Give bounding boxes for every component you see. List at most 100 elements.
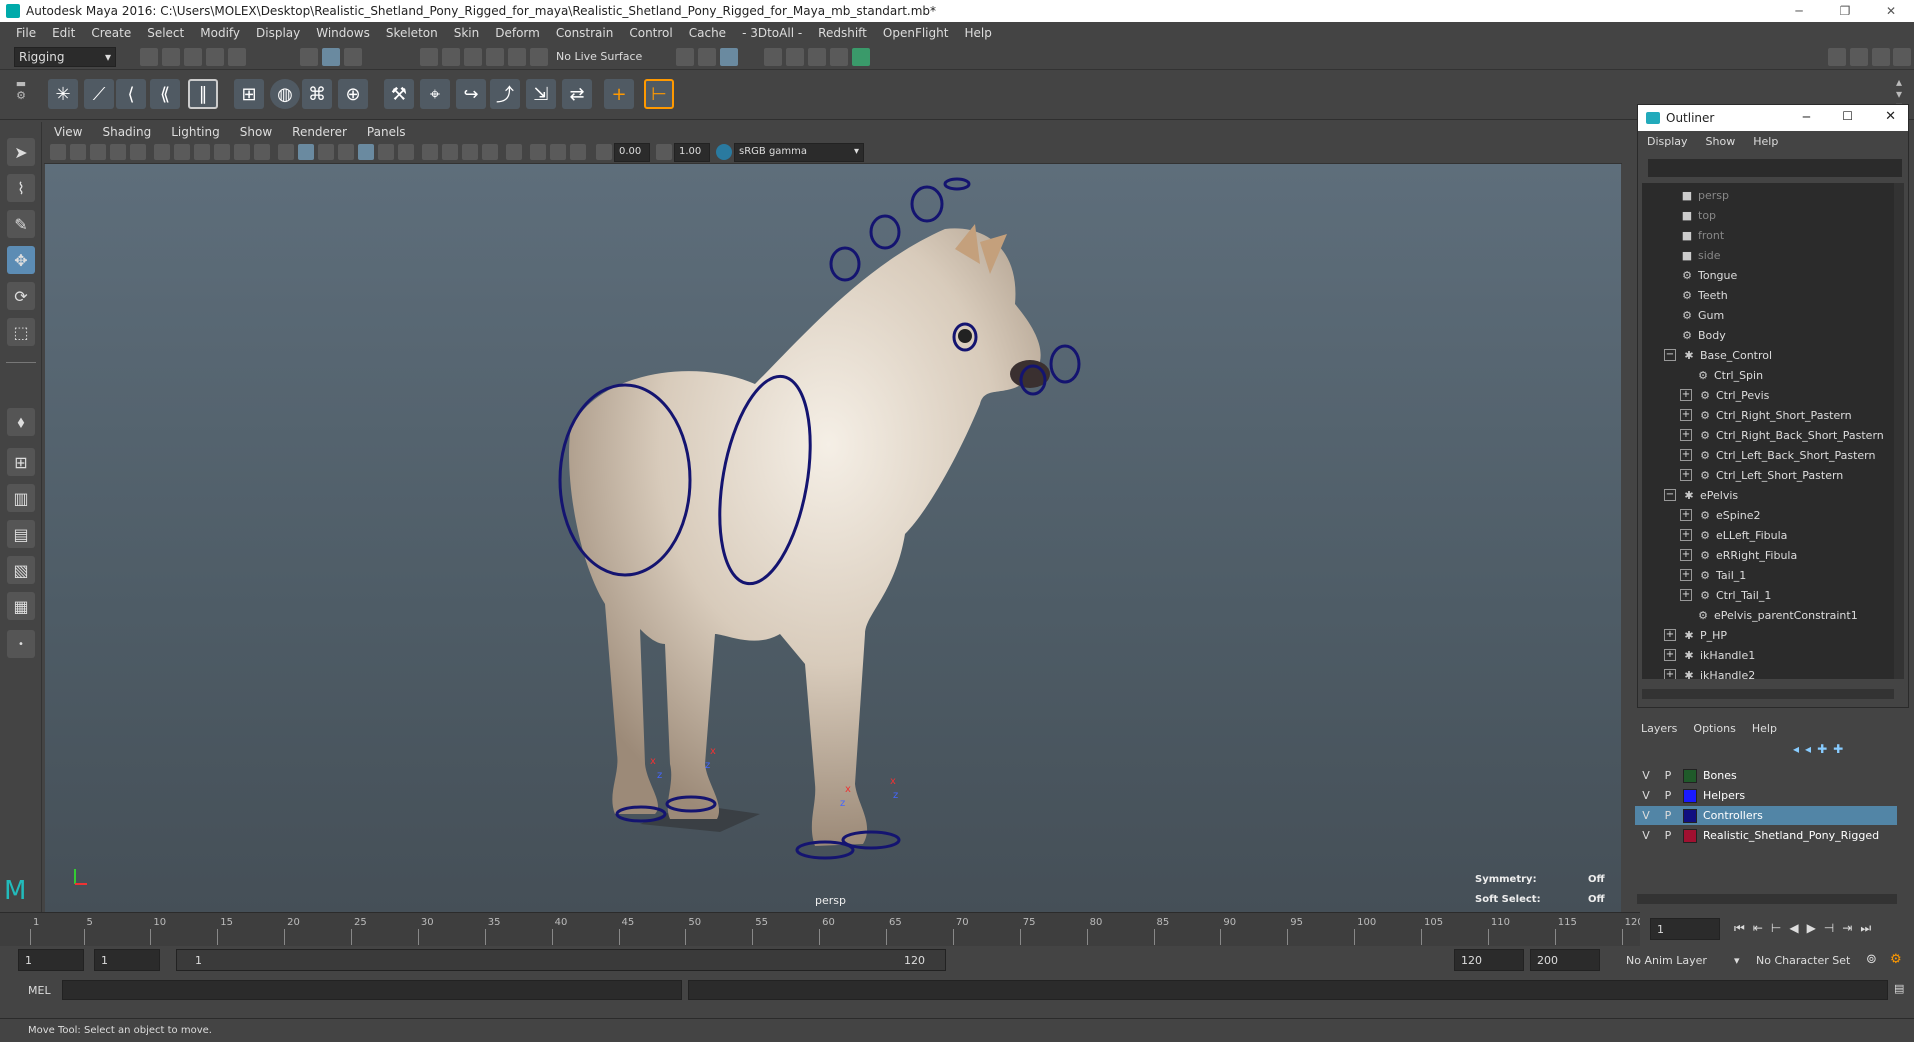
character-set-dropdown[interactable]: No Character Set [1756, 954, 1850, 967]
persp-outliner-icon[interactable]: ▥ [7, 484, 35, 512]
controller-neck-2[interactable] [869, 214, 901, 250]
new-scene-icon[interactable] [140, 48, 158, 66]
move-layer-down-icon[interactable]: ◂ [1805, 742, 1811, 756]
expand-icon[interactable]: + [1680, 529, 1692, 541]
collapse-icon[interactable]: − [1664, 349, 1676, 361]
outliner-hscrollbar[interactable] [1642, 689, 1894, 699]
layer-color-swatch[interactable] [1683, 768, 1697, 783]
new-layer-icon[interactable]: ✚ [1817, 742, 1827, 756]
image-plane-icon[interactable] [110, 144, 126, 160]
safe-action-icon[interactable] [254, 144, 270, 160]
close-icon[interactable]: ✕ [1885, 109, 1896, 124]
exposure-icon[interactable] [596, 144, 612, 160]
wireframe-icon[interactable] [278, 144, 294, 160]
magnet-icon[interactable] [530, 48, 548, 66]
select-hierarchy-icon[interactable] [300, 48, 318, 66]
outliner-item[interactable]: + ⚙ eRRight_Fibula [1680, 545, 1797, 565]
snap-surface-icon[interactable] [508, 48, 526, 66]
layer-visibility-toggle[interactable]: V [1635, 769, 1657, 782]
panel-menu-panels[interactable]: Panels [357, 125, 416, 139]
outliner-item[interactable]: + ⚙ Tail_1 [1680, 565, 1746, 585]
mel-label[interactable]: MEL [28, 984, 51, 997]
layer-row[interactable]: V P Controllers [1635, 806, 1897, 825]
expand-icon[interactable]: + [1664, 669, 1676, 679]
pole-vector-icon[interactable]: + [604, 79, 634, 109]
menu-select[interactable]: Select [139, 26, 192, 40]
constraint-parent-icon[interactable]: ⇄ [562, 79, 592, 109]
depth-of-field-icon[interactable] [482, 144, 498, 160]
backface-icon[interactable] [570, 144, 586, 160]
expand-icon[interactable]: + [1680, 569, 1692, 581]
gamma-field[interactable]: 1.00 [674, 143, 710, 162]
outliner-item[interactable]: ⚙ Tongue [1680, 265, 1737, 285]
snap-point-icon[interactable] [464, 48, 482, 66]
anti-aliasing-icon[interactable] [462, 144, 478, 160]
redo-icon[interactable] [228, 48, 246, 66]
input-ops-icon[interactable] [676, 48, 694, 66]
ambient-occlusion-icon[interactable] [422, 144, 438, 160]
layer-playback-toggle[interactable]: P [1657, 769, 1679, 782]
modeling-toolkit-icon[interactable] [1828, 48, 1846, 66]
controller-head[interactable] [910, 185, 944, 223]
step-back-frame-icon[interactable]: ⊢ [1771, 921, 1781, 936]
shadows-icon[interactable] [398, 144, 414, 160]
outliner-item[interactable]: + ✱ ikHandle1 [1664, 645, 1755, 665]
expand-icon[interactable]: + [1664, 649, 1676, 661]
panel-menu-renderer[interactable]: Renderer [282, 125, 357, 139]
go-to-end-icon[interactable]: ⏭ [1860, 921, 1871, 936]
persp-hypergraph-icon[interactable]: ▧ [7, 556, 35, 584]
scale-tool-icon[interactable]: ⬚ [7, 318, 35, 346]
mel-input[interactable] [62, 980, 682, 1000]
xray-active-icon[interactable] [550, 144, 566, 160]
auto-key-icon[interactable]: ⊚ [1866, 952, 1877, 967]
outliner-item[interactable]: ⚙ Body [1680, 325, 1726, 345]
controller-neck-1[interactable] [829, 246, 861, 282]
resolution-gate-icon[interactable] [194, 144, 210, 160]
render-settings-icon[interactable] [830, 48, 848, 66]
layer-row[interactable]: V P Bones [1635, 766, 1897, 785]
paint-weights-icon[interactable]: ⚒ [384, 79, 414, 109]
film-gate-icon[interactable] [174, 144, 190, 160]
outliner-item[interactable]: ■ top [1680, 205, 1716, 225]
move-layer-up-icon[interactable]: ◂ [1793, 742, 1799, 756]
snap-view-icon[interactable] [486, 48, 504, 66]
constraint-scale-icon[interactable]: ⇲ [526, 79, 556, 109]
layer-menu-layers[interactable]: Layers [1633, 722, 1685, 735]
shelf-tabs-icon[interactable]: ▬ ⚙ [14, 78, 28, 112]
expand-icon[interactable]: + [1680, 449, 1692, 461]
preferences-icon[interactable]: ⚙ [1890, 952, 1902, 967]
maximize-icon[interactable]: ☐ [1842, 109, 1853, 123]
menu-create[interactable]: Create [83, 26, 139, 40]
expand-icon[interactable]: + [1680, 509, 1692, 521]
hypershade-icon[interactable] [852, 48, 870, 66]
layouts-menu-icon[interactable]: • [7, 630, 35, 658]
paint-select-icon[interactable]: ✎ [7, 210, 35, 238]
outliner-item[interactable]: + ✱ P_HP [1664, 625, 1727, 645]
gate-mask-icon[interactable] [214, 144, 230, 160]
outliner-item[interactable]: + ⚙ eLLeft_Fibula [1680, 525, 1787, 545]
wrap-deformer-icon[interactable]: ⊕ [338, 79, 368, 109]
select-tool-icon[interactable]: ➤ [7, 138, 35, 166]
textured-icon[interactable] [338, 144, 354, 160]
current-frame-field[interactable]: 1 [1650, 918, 1720, 940]
play-backward-icon[interactable]: ◀ [1789, 921, 1798, 936]
select-component-icon[interactable] [344, 48, 362, 66]
step-back-key-icon[interactable]: ⇤ [1753, 921, 1763, 936]
expand-icon[interactable]: + [1680, 429, 1692, 441]
play-forward-icon[interactable]: ▶ [1807, 921, 1816, 936]
bookmark-icon[interactable] [90, 144, 106, 160]
insert-joint-icon[interactable]: ⟪ [150, 79, 180, 109]
lattice-icon[interactable]: ◍ [270, 79, 300, 109]
xray-joints-icon[interactable] [358, 144, 374, 160]
menu-cache[interactable]: Cache [681, 26, 734, 40]
menu-redshift[interactable]: Redshift [810, 26, 875, 40]
outliner-search-input[interactable] [1648, 159, 1902, 177]
snap-grid-icon[interactable] [420, 48, 438, 66]
script-editor-icon[interactable]: ▤ [1894, 982, 1904, 995]
cluster-icon[interactable]: ⌘ [302, 79, 332, 109]
expand-icon[interactable]: + [1680, 589, 1692, 601]
menu-display[interactable]: Display [248, 26, 308, 40]
layer-menu-options[interactable]: Options [1685, 722, 1743, 735]
panel-menu-lighting[interactable]: Lighting [161, 125, 230, 139]
menu-3dtoall[interactable]: - 3DtoAll - [734, 26, 810, 40]
